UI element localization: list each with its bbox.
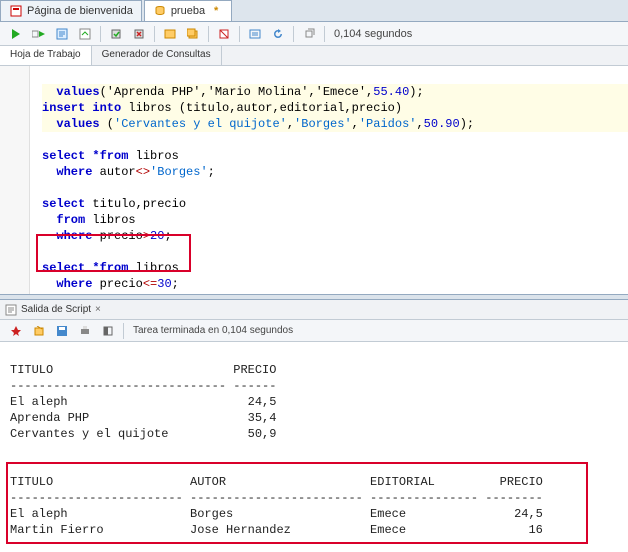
autotrace-button[interactable] [75,24,95,44]
output-toolbar: Tarea terminada en 0,104 segundos [0,320,628,342]
subtab-worksheet[interactable]: Hoja de Trabajo [0,46,92,65]
code-token: values [42,117,100,131]
code-area[interactable]: values('Aprenda PHP','Mario Molina','Eme… [30,66,628,294]
subtab-querybuilder[interactable]: Generador de Consultas [92,46,222,65]
tab-label: Página de bienvenida [27,5,133,17]
tab-prueba[interactable]: prueba * [144,0,232,21]
output-status: Tarea terminada en 0,104 segundos [133,325,293,336]
code-token: where [42,165,92,179]
rollback-button[interactable] [129,24,149,44]
script-output[interactable]: TITULO PRECIO --------------------------… [0,342,628,552]
code-token: from [42,213,85,227]
output-tab-label[interactable]: Salida de Script [21,304,91,315]
pin-button[interactable] [6,321,26,341]
sql-icon [153,4,167,18]
code-token: select *from [42,261,128,275]
code-token: select [42,197,85,211]
code-token: 'Cervantes y el quijote' [114,117,287,131]
code-token: ); [409,85,423,99]
toolbar-separator [154,26,155,42]
code-token: 55.40 [373,85,409,99]
code-token: select *from [42,149,128,163]
code-token: libros [85,213,135,227]
clear-output-button[interactable] [29,321,49,341]
shared-sql-button[interactable] [183,24,203,44]
sql-editor[interactable]: values('Aprenda PHP','Mario Molina','Eme… [0,66,628,294]
clear-button[interactable] [214,24,234,44]
editor-gutter [0,66,30,294]
code-token: <= [143,277,157,291]
code-token: ; [172,277,179,291]
editor-toolbar: 0,104 segundos [0,22,628,46]
result-header: TITULO AUTOR EDITORIAL PRECIO [10,475,543,489]
result-sep: ------------------------------ ------ [10,379,276,393]
output-tabs: Salida de Script × [0,300,628,320]
result-row: El aleph 24,5 [10,395,276,409]
toolbar-separator [293,26,294,42]
code-token: ('Aprenda PHP','Mario Molina','Emece', [100,85,374,99]
print-output-button[interactable] [75,321,95,341]
code-token: 'Borges' [150,165,208,179]
toolbar-separator [123,323,124,339]
file-icon [9,4,23,18]
run-script-button[interactable] [29,24,49,44]
worksheet-subtabs: Hoja de Trabajo Generador de Consultas [0,46,628,66]
close-icon[interactable]: × [95,304,101,315]
toolbar-separator [324,26,325,42]
code-token: <> [136,165,150,179]
expand-button[interactable] [299,24,319,44]
result-row: Cervantes y el quijote 50,9 [10,427,276,441]
code-token: values [42,85,100,99]
code-token: where [42,229,92,243]
code-token: 20 [150,229,164,243]
code-token: ( [100,117,114,131]
code-token: 'Paidos' [359,117,417,131]
code-token: 50.90 [424,117,460,131]
result-row: El aleph Borges Emece 24,5 [10,507,543,521]
commit-button[interactable] [106,24,126,44]
code-token: libros [128,261,178,275]
explain-plan-button[interactable] [52,24,72,44]
code-token: libros (titulo,autor,editorial,precio) [121,101,402,115]
file-tabs: Página de bienvenida prueba * [0,0,628,22]
tab-label: prueba [171,5,205,17]
code-token: precio [92,277,142,291]
code-token: titulo,precio [85,197,186,211]
status-timing: 0,104 segundos [334,28,412,40]
code-token: precio [92,229,142,243]
code-token: ; [164,229,171,243]
toolbar-separator [208,26,209,42]
code-token: libros [128,149,178,163]
code-token: 'Borges' [294,117,352,131]
result-row: Aprenda PHP 35,4 [10,411,276,425]
code-token: > [143,229,150,243]
modified-dot-icon: * [209,4,223,18]
toolbar-separator [100,26,101,42]
result-sep: ------------------------ ---------------… [10,491,543,505]
code-token: where [42,277,92,291]
sql-history-button[interactable] [245,24,265,44]
result-header: TITULO PRECIO [10,363,276,377]
refresh-button[interactable] [268,24,288,44]
toolbar-separator [239,26,240,42]
tab-welcome[interactable]: Página de bienvenida [0,0,142,21]
code-token: autor [92,165,135,179]
code-token: insert into [42,101,121,115]
unshared-sql-button[interactable] [160,24,180,44]
code-token: ); [460,117,474,131]
code-token: 30 [157,277,171,291]
code-token: ; [208,165,215,179]
run-button[interactable] [6,24,26,44]
result-row: Martin Fierro Jose Hernandez Emece 16 [10,523,543,537]
script-output-icon [4,303,18,317]
save-output-button[interactable] [52,321,72,341]
toggle-output-button[interactable] [98,321,118,341]
